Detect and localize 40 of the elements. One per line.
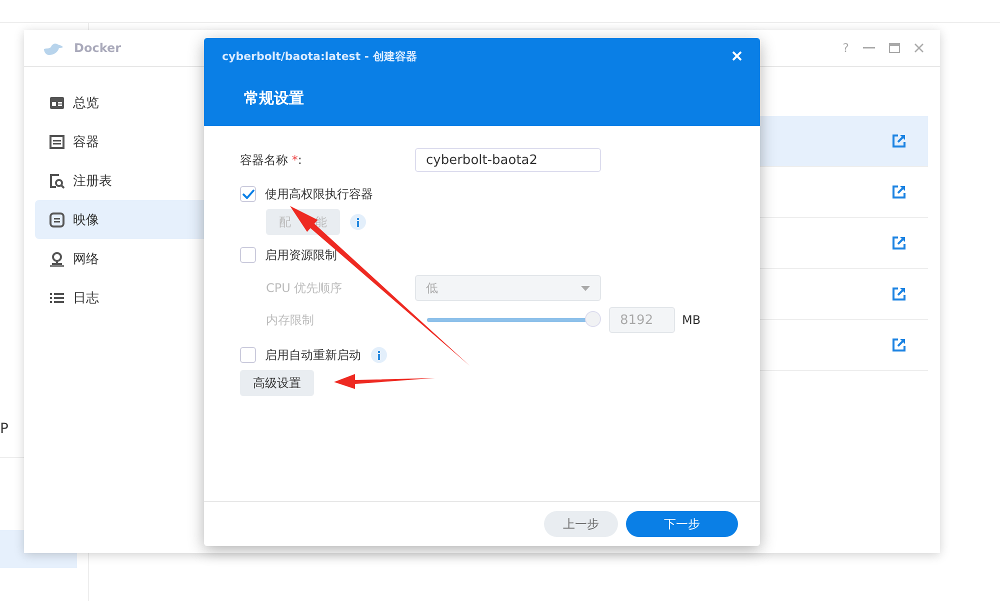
- field-label: 内存限制: [266, 312, 315, 328]
- minimize-icon[interactable]: [863, 47, 875, 49]
- unit-label: MB: [682, 313, 701, 327]
- caret-icon: [581, 286, 590, 290]
- sidebar-item[interactable]: 总览: [35, 83, 216, 122]
- background-label: P: [0, 421, 8, 437]
- sidebar-item[interactable]: 日志: [35, 278, 216, 317]
- container-name-field[interactable]: cyberbolt-baota2: [415, 148, 601, 172]
- checkbox[interactable]: [240, 247, 256, 263]
- external-link-icon[interactable]: [892, 287, 906, 301]
- dialog-header: 常规设置: [243, 88, 305, 108]
- field-label: CPU 优先顺序: [266, 280, 344, 296]
- field-label: 容器名称 *:: [240, 152, 303, 168]
- external-link-icon[interactable]: [892, 185, 906, 199]
- info-icon[interactable]: [350, 214, 366, 230]
- external-link-icon[interactable]: [892, 134, 906, 148]
- sidebar-item-icon: [49, 250, 65, 266]
- checkbox-label: 使用高权限执行容器: [265, 186, 373, 202]
- external-link-icon[interactable]: [892, 236, 906, 250]
- next-button[interactable]: 下一步: [626, 511, 738, 537]
- checkbox[interactable]: [240, 186, 256, 202]
- info-icon[interactable]: [371, 347, 387, 363]
- sidebar-item[interactable]: 网络: [35, 239, 216, 278]
- sidebar-item-icon: [49, 94, 65, 110]
- maximize-icon[interactable]: [889, 43, 900, 53]
- sidebar-item-icon: [49, 134, 65, 150]
- window-title: Docker: [74, 41, 122, 55]
- sidebar-item-icon: [49, 172, 65, 188]
- sidebar-item-icon: [49, 212, 65, 228]
- sidebar-item[interactable]: 容器: [35, 122, 216, 161]
- checkbox-label: 启用自动重新启动: [265, 346, 361, 364]
- checkbox[interactable]: [240, 347, 256, 363]
- advanced-settings-button[interactable]: 高级设置: [240, 370, 314, 396]
- external-link-icon[interactable]: [892, 338, 906, 352]
- close-icon[interactable]: [914, 43, 924, 53]
- sidebar-item[interactable]: 注册表: [35, 161, 216, 200]
- checkbox-label: 启用资源限制: [265, 246, 337, 264]
- dialog-title: cyberbolt/baota:latest - 创建容器: [222, 48, 417, 64]
- memory-slider[interactable]: [427, 312, 601, 328]
- back-button[interactable]: 上一步: [544, 511, 618, 537]
